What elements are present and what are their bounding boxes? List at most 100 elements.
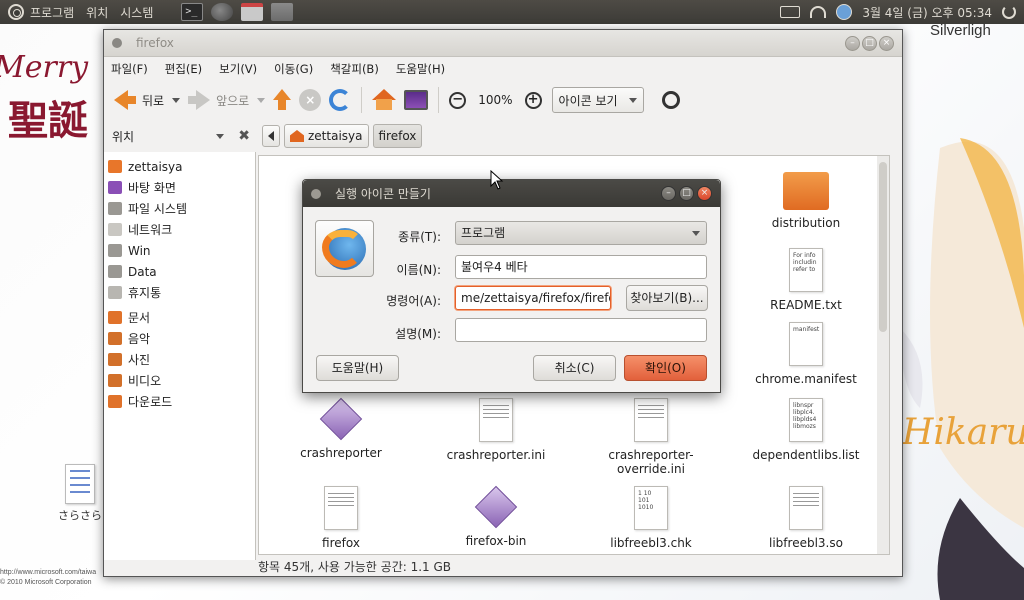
menu-go[interactable]: 이동(G) <box>274 61 313 77</box>
sidebar-item-bookmarks[interactable]: 문서 <box>104 307 255 328</box>
close-side-pane-icon[interactable]: ✖ <box>238 128 250 144</box>
computer-button[interactable] <box>400 85 432 115</box>
view-mode-select[interactable]: 아이콘 보기 <box>551 87 644 113</box>
help-button[interactable]: 도움말(H) <box>316 355 399 381</box>
close-icon[interactable]: × <box>697 186 712 201</box>
sidebar-item-bookmarks[interactable]: 비디오 <box>104 370 255 391</box>
browse-button[interactable]: 찾아보기(B)... <box>626 285 708 311</box>
back-history-dropdown-icon[interactable] <box>172 97 181 103</box>
file-label: crashreporter <box>300 446 382 460</box>
reload-icon <box>329 89 352 111</box>
home-icon <box>108 160 122 173</box>
user-status-icon[interactable] <box>836 4 853 20</box>
menu-file[interactable]: 파일(F) <box>111 61 148 77</box>
sidebar-item-places[interactable]: zettaisya <box>104 156 255 177</box>
home-button[interactable] <box>368 85 400 115</box>
sidebar-item-label: 사진 <box>128 353 151 367</box>
menu-places[interactable]: 위치 <box>86 4 108 21</box>
trash-icon <box>108 286 122 299</box>
command-field[interactable]: me/zettaisya/firefox/firefox <box>455 286 611 310</box>
launcher-icon-button[interactable] <box>315 220 374 277</box>
file-item[interactable]: distribution <box>731 172 881 230</box>
breadcrumb-back-button[interactable] <box>262 125 280 147</box>
file-preview-text: libnspr libplc4. libplds4 libmozs <box>793 402 817 430</box>
text-line <box>793 501 819 502</box>
folder-download-icon <box>108 395 122 408</box>
wifi-icon[interactable] <box>810 6 827 18</box>
terminal-launcher-icon[interactable]: >_ <box>181 3 204 21</box>
side-pane-dropdown-icon[interactable] <box>216 133 225 139</box>
file-item[interactable]: crashreporter <box>266 397 416 460</box>
type-select[interactable]: 프로그램 <box>455 221 707 245</box>
file-preview-text: manifest <box>793 326 820 333</box>
file-label: README.txt <box>770 298 842 312</box>
file-label: distribution <box>771 216 841 230</box>
minimize-icon[interactable]: – <box>661 186 676 201</box>
file-item[interactable]: For info includin refer to README.txt <box>731 248 881 312</box>
power-icon[interactable] <box>1002 5 1016 19</box>
maximize-icon[interactable]: □ <box>862 35 877 51</box>
menu-bookmarks[interactable]: 책갈피(B) <box>330 61 379 77</box>
gift-launcher-icon[interactable] <box>241 3 264 21</box>
sidebar-item-bookmarks[interactable]: 사진 <box>104 349 255 370</box>
hanzi-text: 聖誕 <box>8 97 88 144</box>
dialog-titlebar[interactable]: 실행 아이콘 만들기 – □ × <box>303 180 720 207</box>
sidebar-item-places[interactable]: Win <box>104 240 255 261</box>
breadcrumb-label: zettaisya <box>308 129 363 143</box>
breadcrumb-item-home[interactable]: zettaisya <box>284 124 369 148</box>
file-item[interactable]: firefox <box>266 486 416 550</box>
file-item[interactable]: libnspr libplc4. libplds4 libmozs depende… <box>731 398 881 462</box>
up-button[interactable] <box>269 85 295 115</box>
ubuntu-logo-icon[interactable] <box>8 4 24 20</box>
zoom-in-button[interactable]: + <box>521 85 546 115</box>
wallpaper-merry-christmas: Merry 聖誕 <box>0 28 110 158</box>
close-icon[interactable]: × <box>879 35 894 51</box>
maximize-icon[interactable]: □ <box>679 186 694 201</box>
file-item[interactable]: libfreebl3.so <box>731 486 881 550</box>
file-item[interactable]: crashreporter.ini <box>421 398 571 462</box>
text-file-icon: For info includin refer to <box>789 248 823 292</box>
zoom-level[interactable]: 100% <box>478 93 512 107</box>
forward-button[interactable]: 앞으로 <box>184 85 269 115</box>
side-pane-title[interactable]: 위치 <box>112 128 134 145</box>
sidebar-item-places[interactable]: 바탕 화면 <box>104 177 255 198</box>
search-icon[interactable] <box>661 91 680 109</box>
ok-button[interactable]: 확인(O) <box>624 355 707 381</box>
menu-view[interactable]: 보기(V) <box>219 61 257 77</box>
sidebar-item-places[interactable]: 휴지통 <box>104 282 255 303</box>
dialog-menu-icon[interactable] <box>311 188 321 199</box>
menu-help[interactable]: 도움말(H) <box>396 61 445 77</box>
sidebar-item-places[interactable]: 파일 시스템 <box>104 198 255 219</box>
comment-field[interactable] <box>455 318 707 342</box>
menu-edit[interactable]: 편집(E) <box>165 61 202 77</box>
stop-icon: × <box>299 89 322 111</box>
file-item[interactable]: manifest chrome.manifest <box>731 322 881 386</box>
sidebar-item-bookmarks[interactable]: 음악 <box>104 328 255 349</box>
text-line <box>483 405 509 406</box>
menu-system[interactable]: 시스템 <box>120 4 153 21</box>
sidebar-item-places[interactable]: Data <box>104 261 255 282</box>
executable-icon <box>319 397 363 441</box>
back-button[interactable]: 뒤로 <box>110 85 184 115</box>
file-item[interactable]: 1 10 101 1010 libfreebl3.chk <box>576 486 726 550</box>
folder-launcher-icon[interactable] <box>271 3 294 21</box>
sidebar-item-places[interactable]: 네트워크 <box>104 219 255 240</box>
name-field[interactable]: 불여우4 베타 <box>455 255 707 279</box>
web-browser-launcher-icon[interactable] <box>211 3 234 21</box>
file-item[interactable]: firefox-bin <box>421 485 571 548</box>
file-item[interactable]: crashreporter-override.ini <box>576 398 726 476</box>
forward-history-dropdown-icon[interactable] <box>257 97 266 103</box>
clock[interactable]: 3월 4일 (금) 오후 05:34 <box>862 4 992 21</box>
stop-button[interactable]: × <box>295 85 325 115</box>
window-menu-icon[interactable] <box>112 38 122 48</box>
menu-applications[interactable]: 프로그램 <box>30 4 74 21</box>
keyboard-icon[interactable] <box>780 6 801 18</box>
zoom-out-button[interactable]: − <box>445 85 470 115</box>
breadcrumb-item-current[interactable]: firefox <box>372 124 423 148</box>
minimize-icon[interactable]: – <box>845 35 860 51</box>
window-titlebar[interactable]: firefox – □ × <box>104 30 902 57</box>
cancel-button[interactable]: 취소(C) <box>533 355 616 381</box>
sidebar-item-bookmarks[interactable]: 다운로드 <box>104 391 255 412</box>
text-file-icon: libnspr libplc4. libplds4 libmozs <box>789 398 823 442</box>
reload-button[interactable] <box>325 85 355 115</box>
